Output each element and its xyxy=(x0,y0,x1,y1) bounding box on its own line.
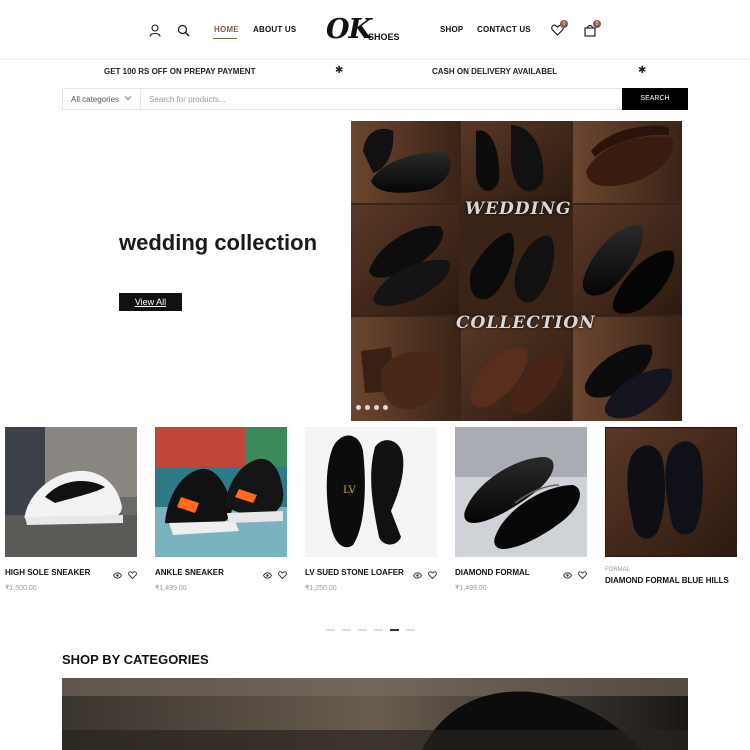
nav-active-underline xyxy=(213,38,237,39)
slider-dot[interactable] xyxy=(374,405,379,410)
product-image[interactable] xyxy=(155,427,287,557)
cart-count-badge: 0 xyxy=(593,20,601,28)
eye-icon[interactable] xyxy=(112,566,123,584)
product-price: ₹1,500.00 xyxy=(5,585,37,592)
heart-icon[interactable] xyxy=(278,566,287,584)
product-image[interactable] xyxy=(5,427,137,557)
view-all-button[interactable]: View All xyxy=(119,293,182,311)
site-header: HOME ABOUT US OK SHOES SHOP CONTACT US 0… xyxy=(0,0,750,60)
category-select-value: All categories xyxy=(71,95,120,104)
nav-about-us[interactable]: ABOUT US xyxy=(253,25,296,34)
product-name[interactable]: HIGH SOLE SNEAKER xyxy=(5,568,90,577)
product-name[interactable]: ANKLE SNEAKER xyxy=(155,568,224,577)
svg-text:LV: LV xyxy=(343,485,356,496)
product-image[interactable]: LV xyxy=(305,427,437,557)
hero-title: wedding collection xyxy=(119,230,318,255)
product-price: ₹1,499.00 xyxy=(455,585,487,592)
search-icon[interactable] xyxy=(175,22,191,38)
eye-icon[interactable] xyxy=(562,566,573,584)
shop-by-categories-title: SHOP BY CATEGORIES xyxy=(62,652,209,667)
product-carousel-dots xyxy=(326,629,416,632)
hero-overlay-wedding: WEDDING xyxy=(465,199,572,219)
wishlist-count-badge: 0 xyxy=(560,20,568,28)
carousel-dot[interactable] xyxy=(406,629,415,631)
chevron-down-icon xyxy=(124,94,132,103)
nav-home[interactable]: HOME xyxy=(214,25,239,34)
product-image[interactable] xyxy=(455,427,587,557)
product-actions xyxy=(262,566,287,584)
hero-banner-image[interactable]: WEDDING COLLECTION xyxy=(351,121,682,421)
product-price: ₹1,499.00 xyxy=(155,585,187,592)
eye-icon[interactable] xyxy=(262,566,273,584)
site-logo[interactable]: OK SHOES xyxy=(326,14,412,46)
carousel-dot[interactable] xyxy=(358,629,367,631)
heart-icon[interactable] xyxy=(578,566,587,584)
nav-contact-us[interactable]: CONTACT US xyxy=(477,25,531,34)
slider-dot[interactable] xyxy=(365,405,370,410)
announcement-item: CASH ON DELIVERY AVAILABEL xyxy=(432,67,558,76)
product-category: FORMAL xyxy=(605,567,631,573)
search-input[interactable]: Search for products... xyxy=(149,95,225,104)
slider-dot[interactable] xyxy=(383,405,388,410)
hero-collage xyxy=(351,121,682,421)
nav-shop[interactable]: SHOP xyxy=(440,25,463,34)
heart-icon[interactable] xyxy=(428,566,437,584)
carousel-dot[interactable] xyxy=(326,629,335,631)
product-actions xyxy=(562,566,587,584)
carousel-dot[interactable] xyxy=(374,629,383,631)
product-search-form: All categories Search for products... SE… xyxy=(62,88,688,110)
hero-overlay-collection: COLLECTION xyxy=(456,313,596,333)
logo-shoes: SHOES xyxy=(368,32,400,42)
announcement-item: GET 100 RS OFF ON PREPAY PAYMENT xyxy=(104,67,256,76)
heart-icon[interactable] xyxy=(128,566,137,584)
user-icon[interactable] xyxy=(147,22,163,38)
logo-ok: OK xyxy=(326,14,372,45)
product-name[interactable]: DIAMOND FORMAL xyxy=(455,568,530,577)
product-actions xyxy=(112,566,137,584)
carousel-dot[interactable] xyxy=(342,629,351,631)
product-actions xyxy=(412,566,437,584)
category-banner-image[interactable] xyxy=(62,678,688,750)
carousel-dot-active[interactable] xyxy=(390,629,399,631)
eye-icon[interactable] xyxy=(412,566,423,584)
search-button[interactable]: SEARCH xyxy=(622,88,688,110)
product-image[interactable] xyxy=(605,427,737,557)
announcement-bar: GET 100 RS OFF ON PREPAY PAYMENT ✱ CASH … xyxy=(0,61,750,81)
asterisk-icon: ✱ xyxy=(638,65,647,76)
product-name[interactable]: DIAMOND FORMAL BLUE HILLS xyxy=(605,576,729,585)
category-select[interactable]: All categories xyxy=(63,89,141,109)
slider-dot[interactable] xyxy=(356,405,361,410)
product-price: ₹1,250.00 xyxy=(305,585,337,592)
asterisk-icon: ✱ xyxy=(335,65,344,76)
product-name[interactable]: LV SUED STONE LOAFER xyxy=(305,568,404,577)
